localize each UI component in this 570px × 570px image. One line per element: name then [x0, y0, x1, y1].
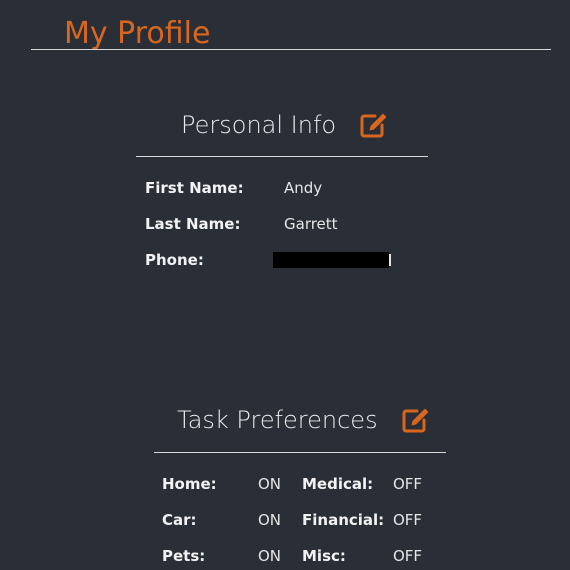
pref-medical-label: Medical: [302, 475, 374, 493]
pref-financial-label: Financial: [302, 511, 385, 529]
pref-car-value: ON [258, 511, 282, 529]
first-name-label: First Name: [145, 179, 244, 197]
pref-financial-value: OFF [393, 511, 423, 529]
pref-home-label: Home: [162, 475, 217, 493]
pref-car-label: Car: [162, 511, 197, 529]
pref-pets-label: Pets: [162, 547, 206, 565]
personal-info-divider [136, 156, 428, 157]
personal-info-heading: Personal Info [181, 111, 337, 139]
task-preferences-header: Task Preferences [177, 404, 430, 436]
last-name-label: Last Name: [145, 215, 241, 233]
pref-misc-value: OFF [393, 547, 423, 565]
edit-task-preferences-icon[interactable] [402, 407, 430, 433]
pref-pets-value: ON [258, 547, 282, 565]
last-name-value: Garrett [284, 215, 338, 233]
task-preferences-divider [154, 452, 446, 453]
phone-value-redacted [273, 252, 389, 268]
redaction-edge [389, 254, 391, 266]
profile-page: My Profile Personal Info First Name: And… [0, 0, 570, 570]
pref-home-value: ON [258, 475, 282, 493]
task-preferences-heading: Task Preferences [177, 406, 378, 434]
page-title: My Profile [64, 16, 211, 51]
personal-info-header: Personal Info [181, 109, 388, 141]
phone-label: Phone: [145, 251, 204, 269]
pref-medical-value: OFF [393, 475, 423, 493]
title-divider [31, 49, 551, 50]
first-name-value: Andy [284, 179, 323, 197]
pref-misc-label: Misc: [302, 547, 346, 565]
edit-personal-info-icon[interactable] [360, 112, 388, 138]
